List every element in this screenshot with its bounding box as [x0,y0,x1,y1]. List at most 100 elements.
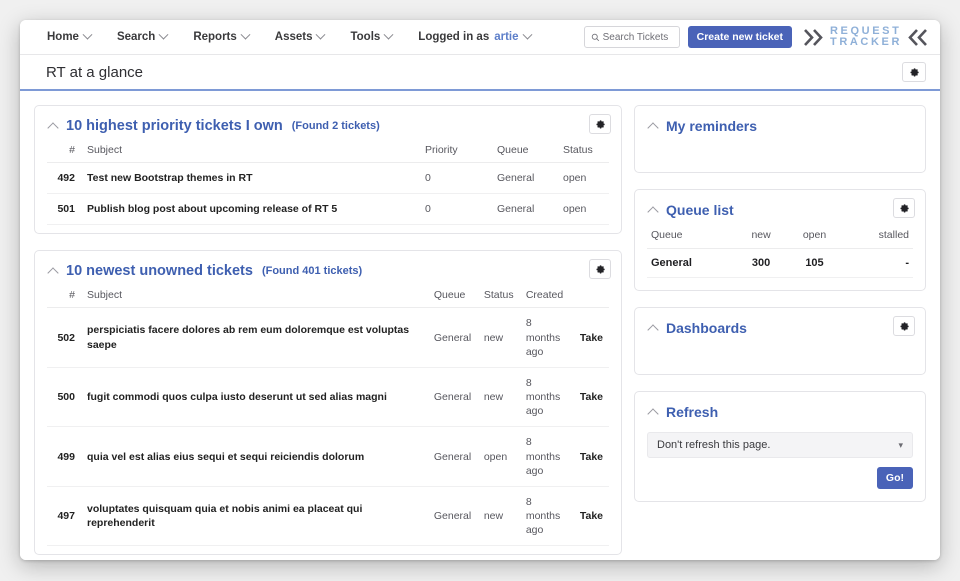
column-header-subject[interactable]: Subject [81,283,428,308]
cell-ticket-id[interactable]: 492 [47,163,81,194]
cell-status: open [557,194,609,225]
dashboards-empty-body [647,340,913,362]
cell-subject[interactable]: Publish blog post about upcoming release… [81,194,419,225]
widget-title[interactable]: 10 highest priority tickets I own [66,118,283,134]
take-ticket-link[interactable]: Take [574,367,609,427]
cell-created: 8 months ago [520,427,574,487]
collapse-caret-icon[interactable] [47,268,58,279]
cell-created: 8 months ago [520,367,574,427]
cell-queue: General [491,163,557,194]
take-ticket-link[interactable]: Take [574,427,609,487]
table-row[interactable]: 492 Test new Bootstrap themes in RT 0 Ge… [47,163,609,194]
nav-item-label: Home [47,31,79,43]
cell-ticket-id[interactable]: 497 [47,486,81,546]
widget-title[interactable]: Dashboards [666,320,747,336]
chevron-down-icon: ▾ [898,440,903,451]
widget-title[interactable]: My reminders [666,118,757,134]
collapse-caret-icon[interactable] [647,122,658,133]
cell-status: new [478,367,520,427]
take-ticket-link[interactable]: Take [574,308,609,368]
nav-item-user-menu[interactable]: Logged in as artie [405,31,543,43]
request-tracker-logo: REQUEST TRACKER [804,26,928,48]
widget-highest-priority-tickets: 10 highest priority tickets I own (Found… [34,105,622,234]
widget-my-reminders: My reminders [634,105,926,173]
cell-new-count[interactable]: 300 [736,249,786,278]
cell-open-count[interactable]: 105 [786,249,843,278]
collapse-caret-icon[interactable] [647,324,658,335]
column-header-status[interactable]: Status [478,283,520,308]
nav-item-search[interactable]: Search [104,31,180,43]
page-settings-button[interactable] [902,62,926,82]
top-navbar: Home Search Reports Assets Tools Logged … [20,20,940,55]
nav-item-reports[interactable]: Reports [180,31,261,43]
widget-settings-button[interactable] [893,316,915,336]
widget-title[interactable]: 10 newest unowned tickets [66,263,253,279]
nav-item-label: Reports [193,31,236,43]
cell-subject[interactable]: Test new Bootstrap themes in RT [81,163,419,194]
table-row[interactable]: 501 Publish blog post about upcoming rel… [47,194,609,225]
widget-settings-button[interactable] [589,259,611,279]
column-header-subject[interactable]: Subject [81,138,419,163]
cell-queue-name[interactable]: General [647,249,736,278]
cell-ticket-id[interactable]: 501 [47,194,81,225]
nav-item-tools[interactable]: Tools [337,31,405,43]
cell-ticket-id[interactable]: 502 [47,308,81,368]
widget-settings-button[interactable] [893,198,915,218]
nav-item-label: Assets [275,31,313,43]
widget-header: My reminders [647,116,913,138]
table-row[interactable]: 497 voluptates quisquam quia et nobis an… [47,486,609,546]
chevron-down-icon [316,29,326,39]
cell-queue: General [428,486,478,546]
gear-icon [899,203,910,214]
table-row[interactable]: 502 perspiciatis facere dolores ab rem e… [47,308,609,368]
widget-title[interactable]: Refresh [666,404,718,420]
page-title-bar: RT at a glance [20,55,940,91]
refresh-interval-select[interactable]: Don't refresh this page. ▾ [647,432,913,458]
column-header-queue[interactable]: Queue [428,283,478,308]
page-title: RT at a glance [46,64,143,81]
cell-subject[interactable]: fugit commodi quos culpa iusto deserunt … [81,367,428,427]
double-chevron-left-icon [906,28,928,47]
chevron-down-icon [83,29,93,39]
cell-ticket-id[interactable]: 499 [47,427,81,487]
column-header-id[interactable]: # [47,283,81,308]
cell-ticket-id[interactable]: 500 [47,367,81,427]
widget-header: 10 highest priority tickets I own (Found… [47,116,609,138]
create-new-ticket-button[interactable]: Create new ticket [688,26,792,48]
queue-list-table: Queue new open stalled General 300 105 - [647,222,913,278]
gear-icon [595,264,606,275]
cell-subject[interactable]: perspiciatis facere dolores ab rem eum d… [81,308,428,368]
widget-title[interactable]: Queue list [666,202,734,218]
cell-subject[interactable]: voluptates quisquam quia et nobis animi … [81,486,428,546]
cell-created: 8 months ago [520,308,574,368]
collapse-caret-icon[interactable] [647,206,658,217]
navbar-right: Search Tickets Create new ticket REQUEST… [584,26,928,48]
table-header-row: # Subject Queue Status Created [47,283,609,308]
table-row[interactable]: General 300 105 - [647,249,913,278]
cell-priority: 0 [419,194,491,225]
gear-icon [909,67,920,78]
widget-settings-button[interactable] [589,114,611,134]
take-ticket-link[interactable]: Take [574,486,609,546]
table-header-row: # Subject Priority Queue Status [47,138,609,163]
nav-item-home[interactable]: Home [34,31,104,43]
chevron-down-icon [522,29,532,39]
chevron-down-icon [240,29,250,39]
logo-text: REQUEST TRACKER [830,26,902,48]
cell-subject[interactable]: quia vel est alias eius sequi et sequi r… [81,427,428,487]
refresh-go-button[interactable]: Go! [877,467,913,489]
column-header-status[interactable]: Status [557,138,609,163]
table-row[interactable]: 500 fugit commodi quos culpa iusto deser… [47,367,609,427]
collapse-caret-icon[interactable] [647,408,658,419]
gear-icon [595,119,606,130]
column-header-created[interactable]: Created [520,283,574,308]
logged-in-prefix: Logged in as [418,31,489,43]
search-input[interactable]: Search Tickets [584,26,680,48]
column-header-priority[interactable]: Priority [419,138,491,163]
column-header-id[interactable]: # [47,138,81,163]
column-header-queue[interactable]: Queue [491,138,557,163]
collapse-caret-icon[interactable] [47,122,58,133]
dashboard-content: 10 highest priority tickets I own (Found… [20,91,940,560]
nav-item-assets[interactable]: Assets [262,31,338,43]
table-row[interactable]: 499 quia vel est alias eius sequi et seq… [47,427,609,487]
